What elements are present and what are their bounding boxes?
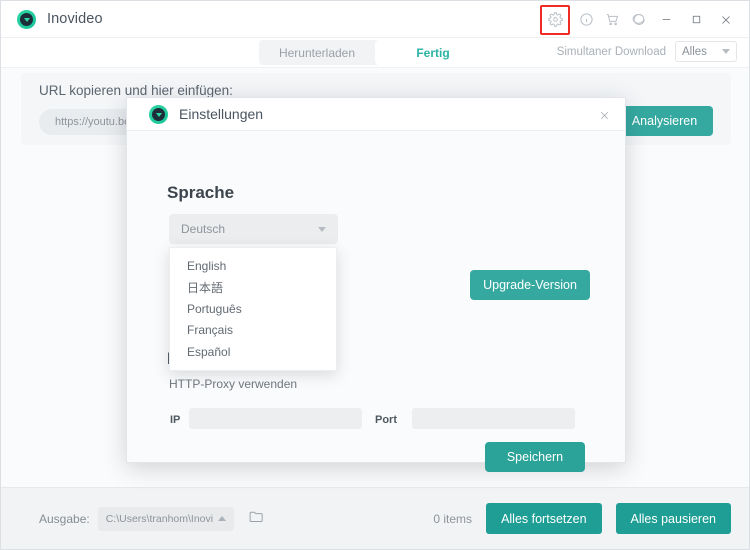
dialog-body: Sprache Deutsch English 日本語 Português Fr… — [127, 131, 625, 472]
output-path-select[interactable]: C:\Users\tranhom\Inovi — [97, 506, 234, 531]
items-count: 0 items — [433, 511, 473, 526]
output-label: Ausgabe: — [39, 511, 90, 526]
maximize-button[interactable] — [681, 5, 711, 35]
dialog-close-icon[interactable] — [595, 106, 613, 124]
chevron-down-icon — [318, 226, 326, 232]
simultaneous-download-label: Simultaner Download — [556, 45, 666, 58]
chevron-down-icon — [722, 49, 730, 54]
folder-icon[interactable] — [248, 508, 265, 530]
port-label: Port — [375, 414, 397, 426]
minimize-button[interactable] — [651, 5, 681, 35]
url-label: URL kopieren und hier einfügen: — [39, 83, 233, 98]
chevron-up-icon — [217, 516, 226, 521]
app-title: Inovideo — [47, 11, 103, 27]
language-option-french[interactable]: Français — [170, 320, 336, 342]
language-dropdown-list: English 日本語 Português Français Español — [169, 247, 337, 371]
dialog-header: Einstellungen — [127, 98, 625, 131]
tab-herunterladen[interactable]: Herunterladen — [259, 40, 375, 65]
save-button[interactable]: Speichern — [485, 442, 585, 472]
bottom-bar: Ausgabe: C:\Users\tranhom\Inovi 0 items … — [1, 487, 749, 549]
app-logo: Inovideo — [17, 9, 103, 29]
gear-icon[interactable] — [540, 4, 570, 35]
download-circle-icon — [149, 104, 168, 124]
close-button[interactable] — [711, 5, 741, 35]
title-bar: Inovideo — [1, 1, 749, 38]
upgrade-version-button[interactable]: Upgrade-Version — [470, 270, 590, 300]
titlebar-icon-group — [540, 1, 741, 38]
language-option-japanese[interactable]: 日本語 — [170, 277, 336, 299]
language-selected-value: Deutsch — [181, 222, 226, 236]
language-option-english[interactable]: English — [170, 255, 336, 277]
resume-all-button[interactable]: Alles fortsetzen — [486, 503, 602, 534]
dialog-title: Einstellungen — [179, 106, 264, 122]
language-option-spanish[interactable]: Español — [170, 341, 336, 363]
analyze-button[interactable]: Analysieren — [616, 106, 713, 136]
port-input[interactable] — [412, 408, 575, 429]
language-option-portuguese[interactable]: Português — [170, 298, 336, 320]
language-section-title: Sprache — [167, 183, 235, 202]
simultaneous-download-control: Simultaner Download Alles — [557, 41, 737, 62]
settings-dialog: Einstellungen Sprache Deutsch English 日本… — [126, 97, 626, 472]
language-select[interactable]: Deutsch — [169, 214, 338, 244]
info-icon[interactable] — [573, 7, 599, 33]
ip-input[interactable] — [189, 408, 362, 429]
simultaneous-download-value: Alles — [682, 45, 707, 58]
ip-label: IP — [170, 414, 181, 426]
chat-icon[interactable] — [625, 7, 651, 33]
download-circle-icon — [17, 9, 36, 29]
tab-fertig[interactable]: Fertig — [375, 40, 491, 65]
application-window: Inovideo Herunterladen Fertig Simultaner… — [0, 0, 750, 550]
http-proxy-label: HTTP-Proxy verwenden — [169, 377, 298, 391]
pause-all-button[interactable]: Alles pausieren — [615, 503, 731, 534]
cart-icon[interactable] — [599, 7, 625, 33]
simultaneous-download-select[interactable]: Alles — [675, 41, 737, 62]
output-path-value: C:\Users\tranhom\Inovi — [105, 512, 214, 525]
